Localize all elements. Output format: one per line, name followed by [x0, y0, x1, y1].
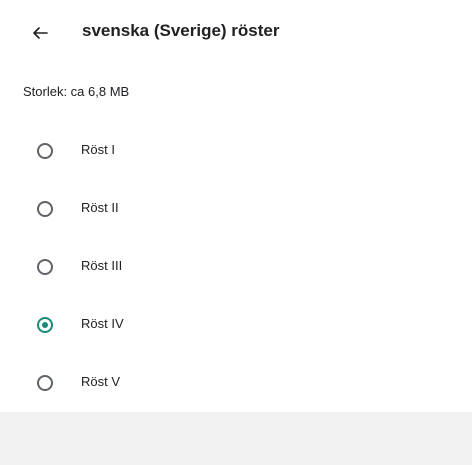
voice-label: Röst III [81, 258, 123, 273]
download-size-label: Storlek: ca 6,8 MB [23, 84, 130, 99]
voice-option-3[interactable]: Röst III [0, 238, 472, 296]
radio-button[interactable] [37, 259, 53, 275]
voice-label: Röst II [81, 200, 119, 215]
voice-label: Röst IV [81, 316, 124, 331]
radio-button-checked[interactable] [37, 317, 53, 333]
screen: svenska (Sverige) röster Storlek: ca 6,8… [0, 0, 472, 465]
voice-option-4[interactable]: Röst IV [0, 296, 472, 354]
voice-label: Röst I [81, 142, 115, 157]
voice-option-1[interactable]: Röst I [0, 122, 472, 180]
settings-panel: svenska (Sverige) röster Storlek: ca 6,8… [0, 0, 472, 412]
radio-button[interactable] [37, 201, 53, 217]
radio-button[interactable] [37, 143, 53, 159]
page-title: svenska (Sverige) röster [82, 21, 280, 40]
radio-button[interactable] [37, 375, 53, 391]
back-button[interactable] [25, 19, 55, 47]
voice-option-5[interactable]: Röst V [0, 354, 472, 412]
arrow-back-icon [33, 27, 48, 39]
voice-list: Röst I Röst II Röst III Röst IV Röst V [0, 122, 472, 412]
voice-option-2[interactable]: Röst II [0, 180, 472, 238]
voice-label: Röst V [81, 374, 121, 389]
app-bar: svenska (Sverige) röster [0, 0, 472, 66]
